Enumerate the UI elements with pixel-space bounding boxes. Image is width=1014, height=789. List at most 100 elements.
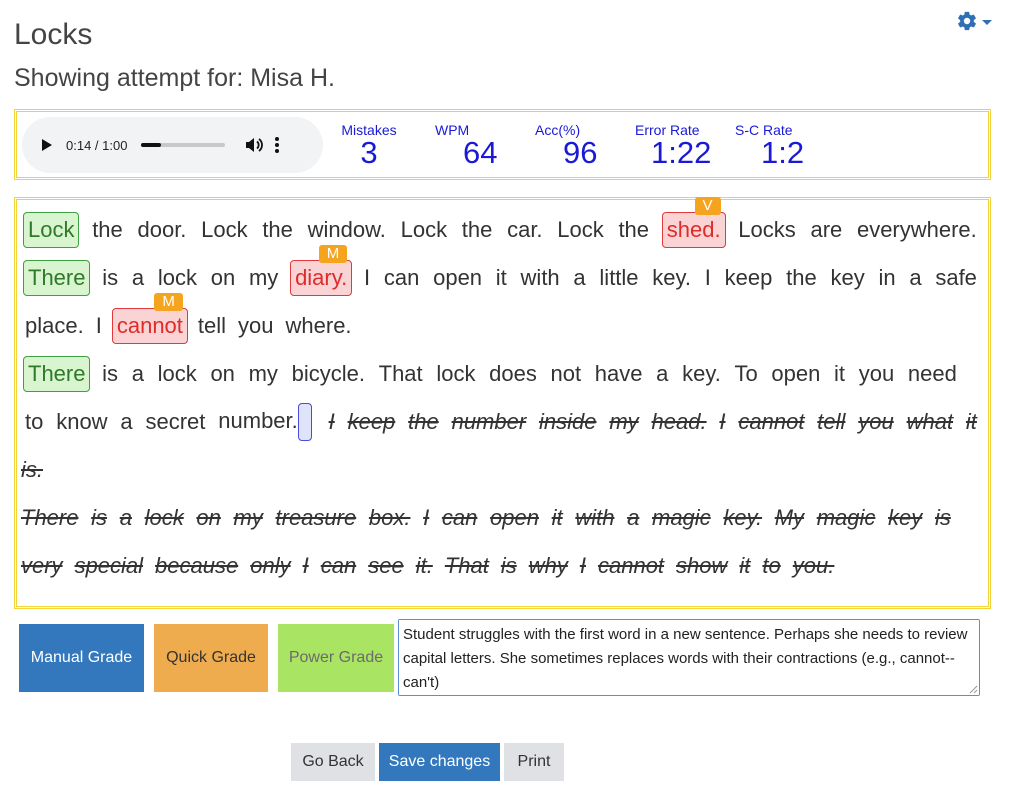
- passage-word[interactable]: on: [209, 265, 237, 291]
- passage-word[interactable]: with: [519, 265, 562, 291]
- passage-word[interactable]: lock: [434, 361, 477, 387]
- passage-word-unread[interactable]: it.: [414, 553, 435, 579]
- passage-word[interactable]: have: [593, 361, 645, 387]
- passage-word-unread[interactable]: is: [499, 553, 519, 579]
- passage-word-unread[interactable]: inside: [537, 409, 598, 435]
- power-grade-button[interactable]: Power Grade: [278, 624, 394, 692]
- passage-word[interactable]: secret: [144, 409, 208, 435]
- passage-word[interactable]: is: [100, 361, 120, 387]
- passage-word[interactable]: need: [906, 361, 959, 387]
- audio-player[interactable]: 0:14 / 1:00: [22, 117, 323, 173]
- passage-word[interactable]: key.: [680, 361, 723, 387]
- passage-word[interactable]: in: [876, 265, 897, 291]
- passage-word-unread[interactable]: you: [856, 409, 895, 435]
- passage-word-unread[interactable]: to: [760, 553, 782, 579]
- passage-word[interactable]: I: [703, 265, 713, 291]
- passage-word-unread[interactable]: I: [578, 553, 588, 579]
- passage-word[interactable]: door.: [135, 217, 188, 243]
- passage-word-unread[interactable]: cannot: [596, 553, 666, 579]
- passage-word[interactable]: does: [487, 361, 539, 387]
- passage-word[interactable]: is: [100, 265, 120, 291]
- passage-word[interactable]: the: [784, 265, 819, 291]
- settings-menu[interactable]: [956, 10, 992, 32]
- passage-word[interactable]: bicycle.: [290, 361, 367, 387]
- passage-word-correct[interactable]: There: [23, 356, 91, 392]
- passage-word-unread[interactable]: a: [118, 505, 134, 531]
- passage-word-unread[interactable]: cannot: [736, 409, 806, 435]
- quick-grade-button[interactable]: Quick Grade: [154, 624, 268, 692]
- passage-word-error[interactable]: diary. M: [290, 245, 353, 296]
- passage-word[interactable]: car.: [505, 217, 544, 243]
- passage-word[interactable]: key.: [650, 265, 693, 291]
- passage-word[interactable]: a: [571, 265, 587, 291]
- passage-word-unread[interactable]: box.: [367, 505, 413, 531]
- passage-word-unread[interactable]: I: [717, 409, 727, 435]
- passage-word-unread[interactable]: a: [625, 505, 641, 531]
- passage-word[interactable]: Lock: [199, 217, 249, 243]
- passage-word-unread[interactable]: with: [573, 505, 616, 531]
- passage-word[interactable]: to: [23, 409, 45, 435]
- manual-grade-button[interactable]: Manual Grade: [19, 624, 144, 692]
- passage-word[interactable]: Lock: [555, 217, 605, 243]
- passage-word-unread[interactable]: is.: [19, 457, 45, 483]
- passage-word[interactable]: you: [857, 361, 896, 387]
- passage-word-error[interactable]: cannot M: [111, 293, 188, 344]
- passage-word[interactable]: a: [907, 265, 923, 291]
- reading-end-marker[interactable]: [297, 403, 312, 441]
- passage-word[interactable]: the: [260, 217, 295, 243]
- passage-word-unread[interactable]: special: [73, 553, 145, 579]
- passage-word[interactable]: not: [549, 361, 584, 387]
- passage-word[interactable]: That: [377, 361, 425, 387]
- passage-word[interactable]: a: [130, 265, 146, 291]
- passage-word[interactable]: everywhere.: [855, 217, 979, 243]
- passage-word[interactable]: it: [494, 265, 509, 291]
- passage-word[interactable]: I: [362, 265, 372, 291]
- passage-word-unread[interactable]: I: [421, 505, 431, 531]
- passage-word[interactable]: place.: [23, 313, 86, 339]
- passage-word[interactable]: open: [431, 265, 484, 291]
- passage-word[interactable]: tell: [196, 313, 228, 339]
- passage-word-unread[interactable]: key.: [721, 505, 764, 531]
- passage-word[interactable]: Lock: [399, 217, 449, 243]
- passage-word-unread[interactable]: why: [527, 553, 570, 579]
- audio-progress-bar[interactable]: [141, 143, 226, 147]
- passage-word[interactable]: a: [130, 361, 146, 387]
- passage-word-unread[interactable]: number: [450, 409, 529, 435]
- passage-word-correct[interactable]: There: [23, 260, 91, 296]
- passage-word[interactable]: To: [732, 361, 759, 387]
- passage-word-unread[interactable]: open: [488, 505, 541, 531]
- passage-word[interactable]: where.: [284, 313, 354, 339]
- passage-word-unread[interactable]: There: [19, 505, 80, 531]
- passage-word[interactable]: Locks: [736, 217, 797, 243]
- passage-word[interactable]: a: [118, 409, 134, 435]
- passage-word-unread[interactable]: show: [674, 553, 729, 579]
- passage-word-unread[interactable]: can: [440, 505, 479, 531]
- passage-word[interactable]: I: [94, 313, 104, 339]
- passage-word-unread[interactable]: I: [301, 553, 311, 579]
- passage-word[interactable]: my: [247, 361, 280, 387]
- passage-word-unread[interactable]: My: [773, 505, 806, 531]
- print-button[interactable]: Print: [504, 743, 564, 781]
- save-changes-button[interactable]: Save changes: [379, 743, 500, 781]
- passage-word[interactable]: window.: [306, 217, 388, 243]
- play-icon[interactable]: [42, 139, 52, 151]
- passage-word[interactable]: lock: [156, 265, 199, 291]
- passage-word-unread[interactable]: magic: [650, 505, 713, 531]
- passage-word-unread[interactable]: key: [886, 505, 924, 531]
- passage-word-unread[interactable]: you.: [791, 553, 837, 579]
- passage-word[interactable]: safe: [933, 265, 979, 291]
- passage-word-unread[interactable]: treasure: [274, 505, 359, 531]
- passage-word-error[interactable]: shed. V: [661, 197, 726, 248]
- passage-word-unread[interactable]: on: [194, 505, 222, 531]
- passage-word-unread[interactable]: can: [319, 553, 358, 579]
- passage-word[interactable]: are: [808, 217, 844, 243]
- resize-handle-icon[interactable]: [968, 684, 978, 694]
- passage-word[interactable]: it: [832, 361, 847, 387]
- passage-word[interactable]: a: [654, 361, 670, 387]
- feedback-textarea[interactable]: [398, 619, 980, 696]
- passage-word[interactable]: number.: [216, 403, 318, 441]
- passage-word-unread[interactable]: tell: [815, 409, 847, 435]
- passage-word-unread[interactable]: head.: [650, 409, 709, 435]
- passage-word-unread[interactable]: it: [550, 505, 565, 531]
- passage-word[interactable]: key: [828, 265, 866, 291]
